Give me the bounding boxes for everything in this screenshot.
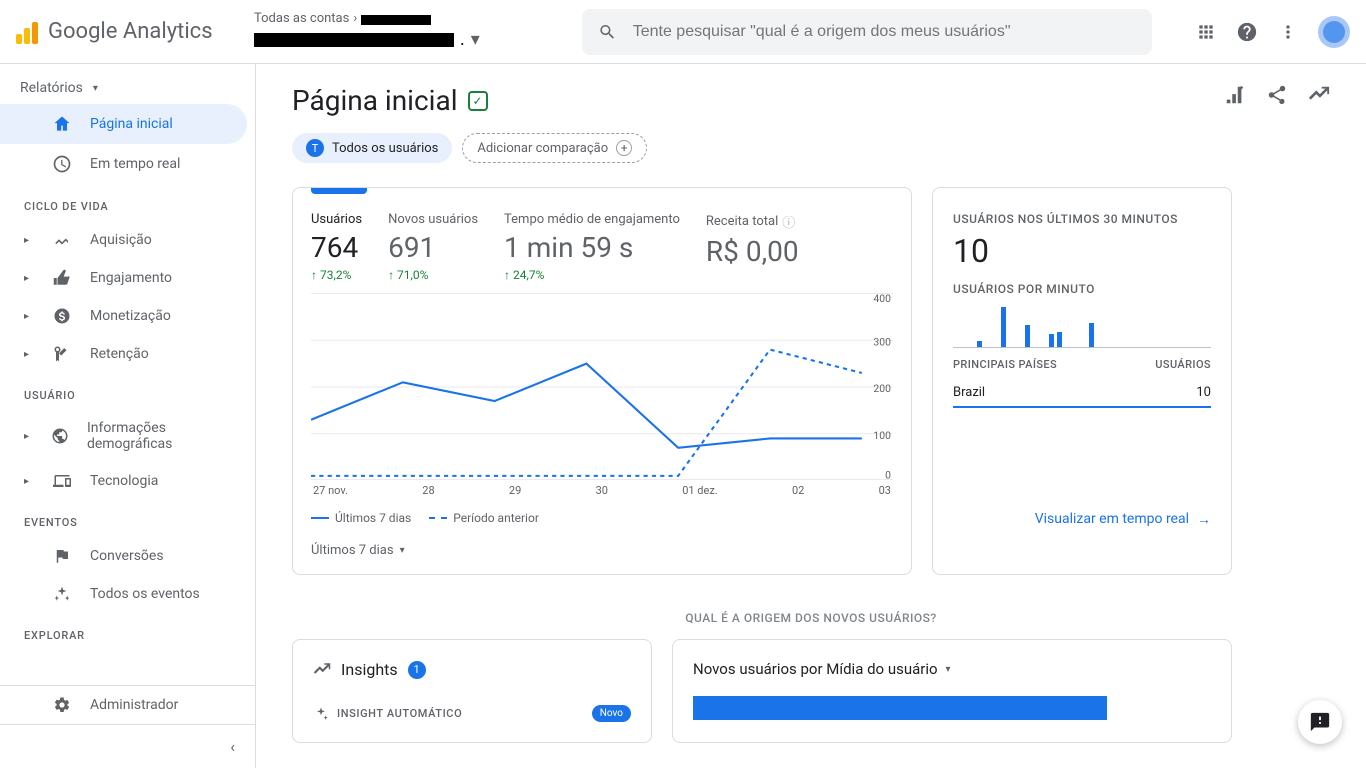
nav-engagement[interactable]: ▸Engajamento [0, 259, 247, 297]
metric-tab[interactable]: Usuários764↑ 73,2% [311, 212, 362, 282]
section-lifecycle: CICLO DE VIDA [0, 184, 255, 221]
source-bar [693, 696, 1107, 720]
svg-text:200: 200 [873, 382, 891, 395]
nav-technology[interactable]: ▸Tecnologia [0, 462, 247, 500]
logo-block[interactable]: Google Analytics [16, 19, 246, 44]
acquisition-icon [52, 231, 72, 249]
customize-icon[interactable] [1224, 84, 1246, 106]
home-icon [52, 114, 72, 134]
retention-icon [52, 345, 72, 363]
search-bar[interactable] [582, 9, 1152, 55]
svg-text:0: 0 [885, 468, 891, 481]
nav-retention[interactable]: ▸Retenção [0, 335, 247, 373]
chip-add-comparison[interactable]: Adicionar comparação + [462, 133, 647, 163]
metric-tab[interactable]: Tempo médio de engajamento1 min 59 s↑ 24… [504, 212, 680, 282]
view-realtime-link[interactable]: Visualizar em tempo real → [1035, 511, 1211, 528]
realtime-bar-chart [953, 302, 1211, 348]
overview-metric-card: Usuários764↑ 73,2% Novos usuários691↑ 71,… [292, 187, 912, 575]
share-icon[interactable] [1266, 84, 1288, 106]
nav-monetization[interactable]: ▸Monetização [0, 297, 247, 335]
chip-all-users[interactable]: T Todos os usuários [292, 133, 452, 163]
more-vert-icon[interactable] [1278, 22, 1298, 42]
analytics-logo-icon [16, 20, 40, 44]
monetization-icon [52, 307, 72, 325]
main-content: Página inicial ✓ T Todos os usuários Adi… [256, 64, 1366, 768]
apps-icon[interactable] [1196, 22, 1216, 42]
search-icon [598, 22, 617, 42]
insights-card: Insights 1 INSIGHT AUTOMÁTICO Novo [292, 639, 652, 743]
collapse-sidebar-button[interactable]: ‹ [0, 724, 255, 768]
help-icon[interactable] [1236, 21, 1258, 43]
nav-acquisition[interactable]: ▸Aquisição [0, 221, 247, 259]
section-user: USUÁRIO [0, 373, 255, 410]
insights-count-badge: 1 [408, 661, 426, 679]
nav-demographics[interactable]: ▸Informações demográficas [0, 410, 247, 462]
svg-text:400: 400 [873, 292, 891, 305]
users-line-chart: 400 300 200 100 0 [311, 292, 893, 482]
clock-icon [52, 154, 72, 174]
section-question: QUAL É A ORIGEM DOS NOVOS USUÁRIOS? [292, 611, 1330, 625]
svg-text:300: 300 [873, 335, 891, 348]
new-chip: Novo [592, 705, 631, 722]
new-users-by-medium-card: Novos usuários por Mídia do usuário▾ [672, 639, 1232, 743]
account-avatar[interactable] [1318, 16, 1350, 48]
sidebar: Relatórios ▾ Página inicial Em tempo rea… [0, 64, 256, 768]
metric-tab[interactable]: Novos usuários691↑ 71,0% [388, 212, 478, 282]
search-input[interactable] [633, 23, 1136, 41]
product-name: Google Analytics [48, 19, 213, 44]
realtime-card: USUÁRIOS NOS ÚLTIMOS 30 MINUTOS 10 USUÁR… [932, 187, 1232, 575]
account-selector[interactable]: Todas as contas › . ▾ [254, 11, 574, 51]
chat-icon [1309, 711, 1331, 733]
nav-realtime[interactable]: Em tempo real [0, 144, 247, 184]
svg-text:100: 100 [873, 429, 891, 442]
trend-icon [313, 661, 331, 679]
realtime-country-row[interactable]: Brazil 10 [953, 379, 1211, 408]
events-icon [52, 585, 72, 603]
period-selector[interactable]: Últimos 7 dias▾ [311, 543, 893, 558]
realtime-title: USUÁRIOS NOS ÚLTIMOS 30 MINUTOS [953, 212, 1211, 226]
gear-icon [52, 696, 72, 714]
chip-t-icon: T [306, 139, 324, 157]
page-title: Página inicial [292, 84, 458, 117]
nav-all-events[interactable]: Todos os eventos [0, 575, 247, 613]
verified-icon[interactable]: ✓ [468, 91, 488, 111]
metric-tab[interactable]: Receita total ⓘR$ 0,00 [706, 212, 799, 282]
nav-home[interactable]: Página inicial [0, 104, 247, 144]
globe-icon [51, 427, 69, 445]
reports-selector[interactable]: Relatórios ▾ [0, 72, 255, 104]
engagement-icon [52, 269, 72, 287]
app-header: Google Analytics Todas as contas › . ▾ [0, 0, 1366, 64]
nav-admin[interactable]: Administrador [0, 686, 247, 724]
realtime-value: 10 [953, 232, 1211, 270]
nav-conversions[interactable]: Conversões [0, 537, 247, 575]
insights-icon[interactable] [1308, 84, 1330, 106]
sparkle-icon [313, 706, 329, 722]
devices-icon [52, 472, 72, 490]
source-card-title[interactable]: Novos usuários por Mídia do usuário▾ [693, 660, 1211, 678]
plus-icon: + [616, 140, 632, 156]
section-events: EVENTOS [0, 500, 255, 537]
feedback-fab[interactable] [1298, 700, 1342, 744]
flag-icon [52, 547, 72, 565]
section-explore: EXPLORAR [0, 613, 255, 650]
